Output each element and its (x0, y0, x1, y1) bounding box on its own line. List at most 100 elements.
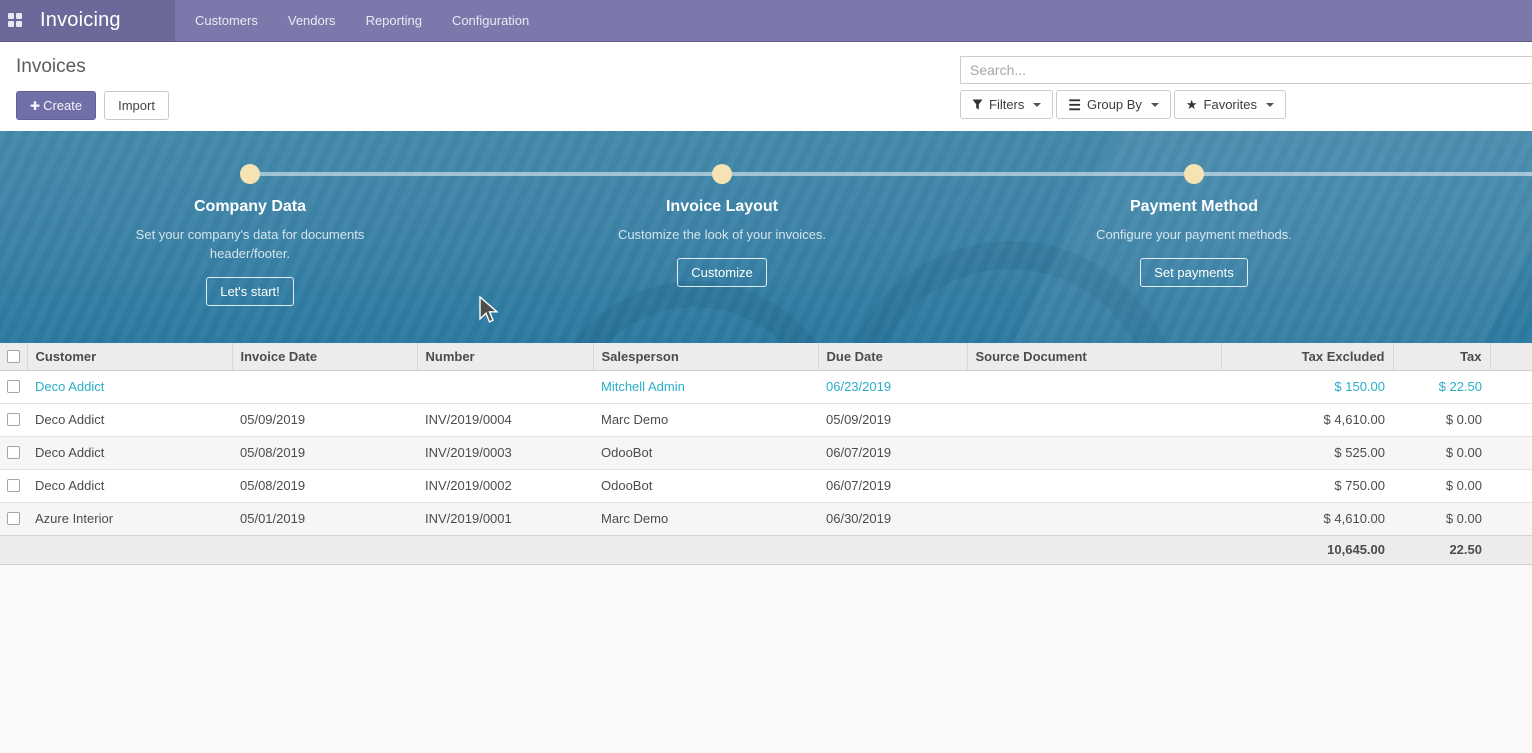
totals-empty-cell (0, 535, 1221, 564)
cell-customer[interactable]: Deco Addict (27, 469, 232, 502)
create-button[interactable]: ✚Create (16, 91, 96, 120)
cell-invoice-date[interactable]: 05/08/2019 (232, 436, 417, 469)
group-by-lines-icon: ☰ (1068, 98, 1081, 112)
row-checkbox[interactable] (7, 512, 20, 525)
row-checkbox-cell[interactable] (0, 403, 27, 436)
cell-spacer (1490, 436, 1532, 469)
cell-spacer (1490, 502, 1532, 535)
cell-number[interactable]: INV/2019/0002 (417, 469, 593, 502)
group-by-button[interactable]: ☰ Group By (1056, 90, 1170, 119)
row-checkbox-cell[interactable] (0, 436, 27, 469)
cell-due-date[interactable]: 06/23/2019 (818, 370, 967, 403)
apps-grid-icon[interactable] (8, 13, 23, 28)
cell-invoice-date[interactable]: 05/08/2019 (232, 469, 417, 502)
cell-source-document[interactable] (967, 370, 1221, 403)
cell-invoice-date[interactable]: 05/09/2019 (232, 403, 417, 436)
step-action-button[interactable]: Customize (677, 258, 766, 287)
column-header-number[interactable]: Number (417, 343, 593, 370)
row-checkbox-cell[interactable] (0, 502, 27, 535)
spacer-column-header (1490, 343, 1532, 370)
cell-tax[interactable]: $ 0.00 (1393, 502, 1490, 535)
caret-down-icon (1033, 103, 1041, 107)
onboarding-step: Company Data Set your company's data for… (14, 164, 486, 306)
import-button[interactable]: Import (104, 91, 169, 120)
row-checkbox[interactable] (7, 413, 20, 426)
cell-customer[interactable]: Azure Interior (27, 502, 232, 535)
cell-number[interactable]: INV/2019/0001 (417, 502, 593, 535)
cell-number[interactable]: INV/2019/0003 (417, 436, 593, 469)
cell-number[interactable]: INV/2019/0004 (417, 403, 593, 436)
cell-number[interactable] (417, 370, 593, 403)
cell-source-document[interactable] (967, 403, 1221, 436)
total-tax: 22.50 (1393, 535, 1490, 564)
table-header-row: Customer Invoice Date Number Salesperson… (0, 343, 1532, 370)
cell-due-date[interactable]: 06/30/2019 (818, 502, 967, 535)
column-header-source-document[interactable]: Source Document (967, 343, 1221, 370)
page-title: Invoices (16, 56, 169, 78)
cell-customer[interactable]: Deco Addict (27, 436, 232, 469)
cell-due-date[interactable]: 06/07/2019 (818, 469, 967, 502)
step-description: Customize the look of your invoices. (618, 225, 826, 244)
row-checkbox[interactable] (7, 479, 20, 492)
select-all-header[interactable] (0, 343, 27, 370)
cell-spacer (1490, 403, 1532, 436)
cell-tax-excluded[interactable]: $ 525.00 (1221, 436, 1393, 469)
row-checkbox[interactable] (7, 380, 20, 393)
cell-salesperson[interactable]: Marc Demo (593, 403, 818, 436)
invoice-row[interactable]: Deco Addict Mitchell Admin 06/23/2019 $ … (0, 370, 1532, 403)
top-menu-item[interactable]: Customers (185, 0, 268, 41)
cell-customer[interactable]: Deco Addict (27, 370, 232, 403)
cell-tax-excluded[interactable]: $ 4,610.00 (1221, 403, 1393, 436)
onboarding-step: Payment Method Configure your payment me… (958, 164, 1430, 306)
row-checkbox-cell[interactable] (0, 370, 27, 403)
top-menu-item[interactable]: Configuration (442, 0, 539, 41)
step-action-button[interactable]: Let's start! (206, 277, 294, 306)
top-menu-item[interactable]: Reporting (356, 0, 432, 41)
step-title: Invoice Layout (666, 198, 778, 216)
plus-icon: ✚ (30, 99, 40, 113)
cell-due-date[interactable]: 05/09/2019 (818, 403, 967, 436)
cell-salesperson[interactable]: Mitchell Admin (593, 370, 818, 403)
cell-due-date[interactable]: 06/07/2019 (818, 436, 967, 469)
favorites-button[interactable]: ★ Favorites (1174, 90, 1286, 119)
filters-button[interactable]: Filters (960, 90, 1053, 119)
cell-tax[interactable]: $ 0.00 (1393, 436, 1490, 469)
invoice-row[interactable]: Deco Addict 05/08/2019 INV/2019/0003 Odo… (0, 436, 1532, 469)
column-header-due-date[interactable]: Due Date (818, 343, 967, 370)
search-input[interactable] (960, 56, 1532, 84)
invoice-row[interactable]: Deco Addict 05/09/2019 INV/2019/0004 Mar… (0, 403, 1532, 436)
cell-tax-excluded[interactable]: $ 750.00 (1221, 469, 1393, 502)
cell-customer[interactable]: Deco Addict (27, 403, 232, 436)
cell-salesperson[interactable]: OdooBot (593, 436, 818, 469)
cell-tax[interactable]: $ 0.00 (1393, 469, 1490, 502)
cell-tax[interactable]: $ 22.50 (1393, 370, 1490, 403)
cell-tax-excluded[interactable]: $ 150.00 (1221, 370, 1393, 403)
invoice-row[interactable]: Deco Addict 05/08/2019 INV/2019/0002 Odo… (0, 469, 1532, 502)
cell-invoice-date[interactable] (232, 370, 417, 403)
row-checkbox-cell[interactable] (0, 469, 27, 502)
column-header-salesperson[interactable]: Salesperson (593, 343, 818, 370)
top-menu: CustomersVendorsReportingConfiguration (180, 0, 544, 41)
app-name[interactable]: Invoicing (40, 9, 121, 32)
column-header-customer[interactable]: Customer (27, 343, 232, 370)
cell-tax-excluded[interactable]: $ 4,610.00 (1221, 502, 1393, 535)
cell-source-document[interactable] (967, 502, 1221, 535)
cell-salesperson[interactable]: Marc Demo (593, 502, 818, 535)
cell-source-document[interactable] (967, 469, 1221, 502)
column-header-tax[interactable]: Tax (1393, 343, 1490, 370)
invoice-row[interactable]: Azure Interior 05/01/2019 INV/2019/0001 … (0, 502, 1532, 535)
column-header-tax-excluded[interactable]: Tax Excluded (1221, 343, 1393, 370)
onboarding-banner: Company Data Set your company's data for… (0, 131, 1532, 343)
column-header-invoice-date[interactable]: Invoice Date (232, 343, 417, 370)
top-menu-item[interactable]: Vendors (278, 0, 346, 41)
cell-source-document[interactable] (967, 436, 1221, 469)
step-action-button[interactable]: Set payments (1140, 258, 1248, 287)
select-all-checkbox[interactable] (7, 350, 20, 363)
cell-salesperson[interactable]: OdooBot (593, 469, 818, 502)
row-checkbox[interactable] (7, 446, 20, 459)
cell-invoice-date[interactable]: 05/01/2019 (232, 502, 417, 535)
step-description: Set your company's data for documents he… (131, 225, 369, 263)
totals-row: 10,645.00 22.50 (0, 535, 1532, 564)
filter-funnel-icon (972, 99, 983, 110)
cell-tax[interactable]: $ 0.00 (1393, 403, 1490, 436)
